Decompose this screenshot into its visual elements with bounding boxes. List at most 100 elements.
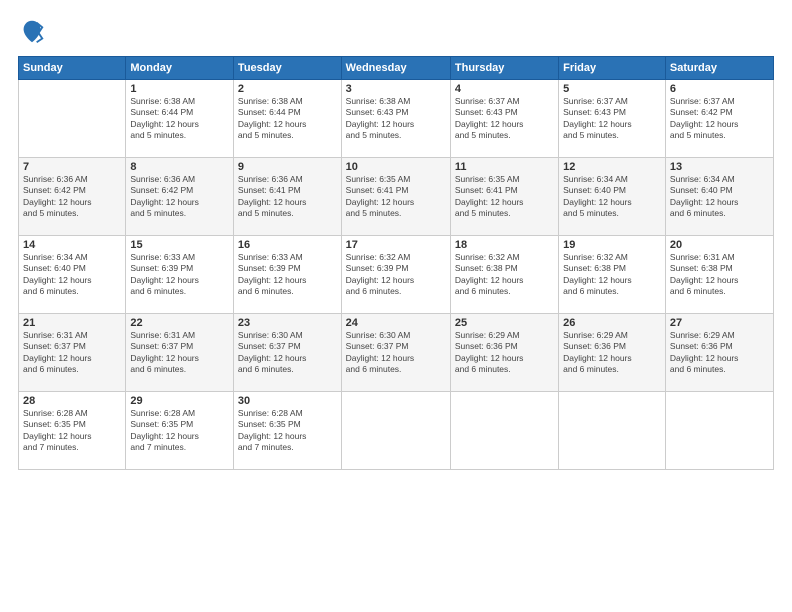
cell-info: Sunrise: 6:29 AM Sunset: 6:36 PM Dayligh… — [563, 330, 661, 376]
cell-info: Sunrise: 6:31 AM Sunset: 6:37 PM Dayligh… — [130, 330, 229, 376]
day-header-saturday: Saturday — [665, 57, 773, 80]
cell-day-number: 24 — [346, 317, 446, 329]
cell-day-number: 28 — [23, 395, 121, 407]
cell-info: Sunrise: 6:36 AM Sunset: 6:42 PM Dayligh… — [130, 174, 229, 220]
cell-day-number: 22 — [130, 317, 229, 329]
cell-info: Sunrise: 6:30 AM Sunset: 6:37 PM Dayligh… — [346, 330, 446, 376]
calendar-cell: 5Sunrise: 6:37 AM Sunset: 6:43 PM Daylig… — [559, 80, 666, 158]
cell-info: Sunrise: 6:28 AM Sunset: 6:35 PM Dayligh… — [23, 408, 121, 454]
calendar-cell — [450, 392, 558, 470]
day-header-wednesday: Wednesday — [341, 57, 450, 80]
week-row-1: 1Sunrise: 6:38 AM Sunset: 6:44 PM Daylig… — [19, 80, 774, 158]
cell-info: Sunrise: 6:33 AM Sunset: 6:39 PM Dayligh… — [130, 252, 229, 298]
cell-day-number: 13 — [670, 161, 769, 173]
calendar-cell — [559, 392, 666, 470]
cell-day-number: 21 — [23, 317, 121, 329]
calendar-cell: 15Sunrise: 6:33 AM Sunset: 6:39 PM Dayli… — [126, 236, 234, 314]
cell-info: Sunrise: 6:32 AM Sunset: 6:38 PM Dayligh… — [563, 252, 661, 298]
cell-day-number: 2 — [238, 83, 337, 95]
cell-info: Sunrise: 6:37 AM Sunset: 6:42 PM Dayligh… — [670, 96, 769, 142]
cell-info: Sunrise: 6:38 AM Sunset: 6:43 PM Dayligh… — [346, 96, 446, 142]
cell-info: Sunrise: 6:28 AM Sunset: 6:35 PM Dayligh… — [238, 408, 337, 454]
day-header-friday: Friday — [559, 57, 666, 80]
week-row-2: 7Sunrise: 6:36 AM Sunset: 6:42 PM Daylig… — [19, 158, 774, 236]
cell-day-number: 10 — [346, 161, 446, 173]
calendar-cell: 26Sunrise: 6:29 AM Sunset: 6:36 PM Dayli… — [559, 314, 666, 392]
cell-info: Sunrise: 6:36 AM Sunset: 6:42 PM Dayligh… — [23, 174, 121, 220]
cell-day-number: 7 — [23, 161, 121, 173]
calendar-cell: 23Sunrise: 6:30 AM Sunset: 6:37 PM Dayli… — [233, 314, 341, 392]
cell-info: Sunrise: 6:34 AM Sunset: 6:40 PM Dayligh… — [563, 174, 661, 220]
cell-day-number: 17 — [346, 239, 446, 251]
calendar-cell: 14Sunrise: 6:34 AM Sunset: 6:40 PM Dayli… — [19, 236, 126, 314]
day-header-monday: Monday — [126, 57, 234, 80]
calendar-cell: 24Sunrise: 6:30 AM Sunset: 6:37 PM Dayli… — [341, 314, 450, 392]
cell-day-number: 1 — [130, 83, 229, 95]
cell-day-number: 3 — [346, 83, 446, 95]
calendar-cell: 2Sunrise: 6:38 AM Sunset: 6:44 PM Daylig… — [233, 80, 341, 158]
cell-info: Sunrise: 6:30 AM Sunset: 6:37 PM Dayligh… — [238, 330, 337, 376]
cell-info: Sunrise: 6:29 AM Sunset: 6:36 PM Dayligh… — [670, 330, 769, 376]
calendar-cell: 21Sunrise: 6:31 AM Sunset: 6:37 PM Dayli… — [19, 314, 126, 392]
cell-info: Sunrise: 6:32 AM Sunset: 6:38 PM Dayligh… — [455, 252, 554, 298]
cell-day-number: 25 — [455, 317, 554, 329]
calendar-cell: 8Sunrise: 6:36 AM Sunset: 6:42 PM Daylig… — [126, 158, 234, 236]
cell-day-number: 8 — [130, 161, 229, 173]
page: SundayMondayTuesdayWednesdayThursdayFrid… — [0, 0, 792, 612]
calendar-cell: 22Sunrise: 6:31 AM Sunset: 6:37 PM Dayli… — [126, 314, 234, 392]
calendar-cell: 12Sunrise: 6:34 AM Sunset: 6:40 PM Dayli… — [559, 158, 666, 236]
cell-day-number: 30 — [238, 395, 337, 407]
cell-info: Sunrise: 6:37 AM Sunset: 6:43 PM Dayligh… — [563, 96, 661, 142]
header — [18, 18, 774, 46]
cell-day-number: 23 — [238, 317, 337, 329]
calendar-cell — [665, 392, 773, 470]
day-header-thursday: Thursday — [450, 57, 558, 80]
logo-icon — [18, 18, 46, 46]
cell-day-number: 19 — [563, 239, 661, 251]
cell-info: Sunrise: 6:35 AM Sunset: 6:41 PM Dayligh… — [346, 174, 446, 220]
calendar-cell: 16Sunrise: 6:33 AM Sunset: 6:39 PM Dayli… — [233, 236, 341, 314]
week-row-3: 14Sunrise: 6:34 AM Sunset: 6:40 PM Dayli… — [19, 236, 774, 314]
cell-day-number: 12 — [563, 161, 661, 173]
calendar-cell — [19, 80, 126, 158]
calendar-cell: 1Sunrise: 6:38 AM Sunset: 6:44 PM Daylig… — [126, 80, 234, 158]
cell-info: Sunrise: 6:31 AM Sunset: 6:37 PM Dayligh… — [23, 330, 121, 376]
cell-day-number: 4 — [455, 83, 554, 95]
day-header-sunday: Sunday — [19, 57, 126, 80]
calendar-cell: 17Sunrise: 6:32 AM Sunset: 6:39 PM Dayli… — [341, 236, 450, 314]
calendar-cell: 7Sunrise: 6:36 AM Sunset: 6:42 PM Daylig… — [19, 158, 126, 236]
cell-day-number: 5 — [563, 83, 661, 95]
cell-info: Sunrise: 6:28 AM Sunset: 6:35 PM Dayligh… — [130, 408, 229, 454]
cell-day-number: 9 — [238, 161, 337, 173]
calendar-cell: 25Sunrise: 6:29 AM Sunset: 6:36 PM Dayli… — [450, 314, 558, 392]
cell-day-number: 29 — [130, 395, 229, 407]
calendar-cell: 13Sunrise: 6:34 AM Sunset: 6:40 PM Dayli… — [665, 158, 773, 236]
calendar-cell: 18Sunrise: 6:32 AM Sunset: 6:38 PM Dayli… — [450, 236, 558, 314]
week-row-4: 21Sunrise: 6:31 AM Sunset: 6:37 PM Dayli… — [19, 314, 774, 392]
cell-day-number: 26 — [563, 317, 661, 329]
calendar-cell: 10Sunrise: 6:35 AM Sunset: 6:41 PM Dayli… — [341, 158, 450, 236]
calendar-table: SundayMondayTuesdayWednesdayThursdayFrid… — [18, 56, 774, 470]
cell-info: Sunrise: 6:31 AM Sunset: 6:38 PM Dayligh… — [670, 252, 769, 298]
cell-day-number: 11 — [455, 161, 554, 173]
cell-day-number: 18 — [455, 239, 554, 251]
cell-info: Sunrise: 6:34 AM Sunset: 6:40 PM Dayligh… — [23, 252, 121, 298]
cell-info: Sunrise: 6:38 AM Sunset: 6:44 PM Dayligh… — [130, 96, 229, 142]
cell-info: Sunrise: 6:34 AM Sunset: 6:40 PM Dayligh… — [670, 174, 769, 220]
calendar-cell: 4Sunrise: 6:37 AM Sunset: 6:43 PM Daylig… — [450, 80, 558, 158]
cell-info: Sunrise: 6:32 AM Sunset: 6:39 PM Dayligh… — [346, 252, 446, 298]
logo — [18, 18, 49, 46]
cell-day-number: 20 — [670, 239, 769, 251]
cell-day-number: 6 — [670, 83, 769, 95]
cell-info: Sunrise: 6:35 AM Sunset: 6:41 PM Dayligh… — [455, 174, 554, 220]
calendar-cell: 6Sunrise: 6:37 AM Sunset: 6:42 PM Daylig… — [665, 80, 773, 158]
cell-info: Sunrise: 6:37 AM Sunset: 6:43 PM Dayligh… — [455, 96, 554, 142]
cell-day-number: 15 — [130, 239, 229, 251]
cell-info: Sunrise: 6:36 AM Sunset: 6:41 PM Dayligh… — [238, 174, 337, 220]
cell-day-number: 16 — [238, 239, 337, 251]
calendar-cell: 11Sunrise: 6:35 AM Sunset: 6:41 PM Dayli… — [450, 158, 558, 236]
cell-info: Sunrise: 6:29 AM Sunset: 6:36 PM Dayligh… — [455, 330, 554, 376]
calendar-cell: 9Sunrise: 6:36 AM Sunset: 6:41 PM Daylig… — [233, 158, 341, 236]
calendar-cell: 28Sunrise: 6:28 AM Sunset: 6:35 PM Dayli… — [19, 392, 126, 470]
calendar-cell: 19Sunrise: 6:32 AM Sunset: 6:38 PM Dayli… — [559, 236, 666, 314]
